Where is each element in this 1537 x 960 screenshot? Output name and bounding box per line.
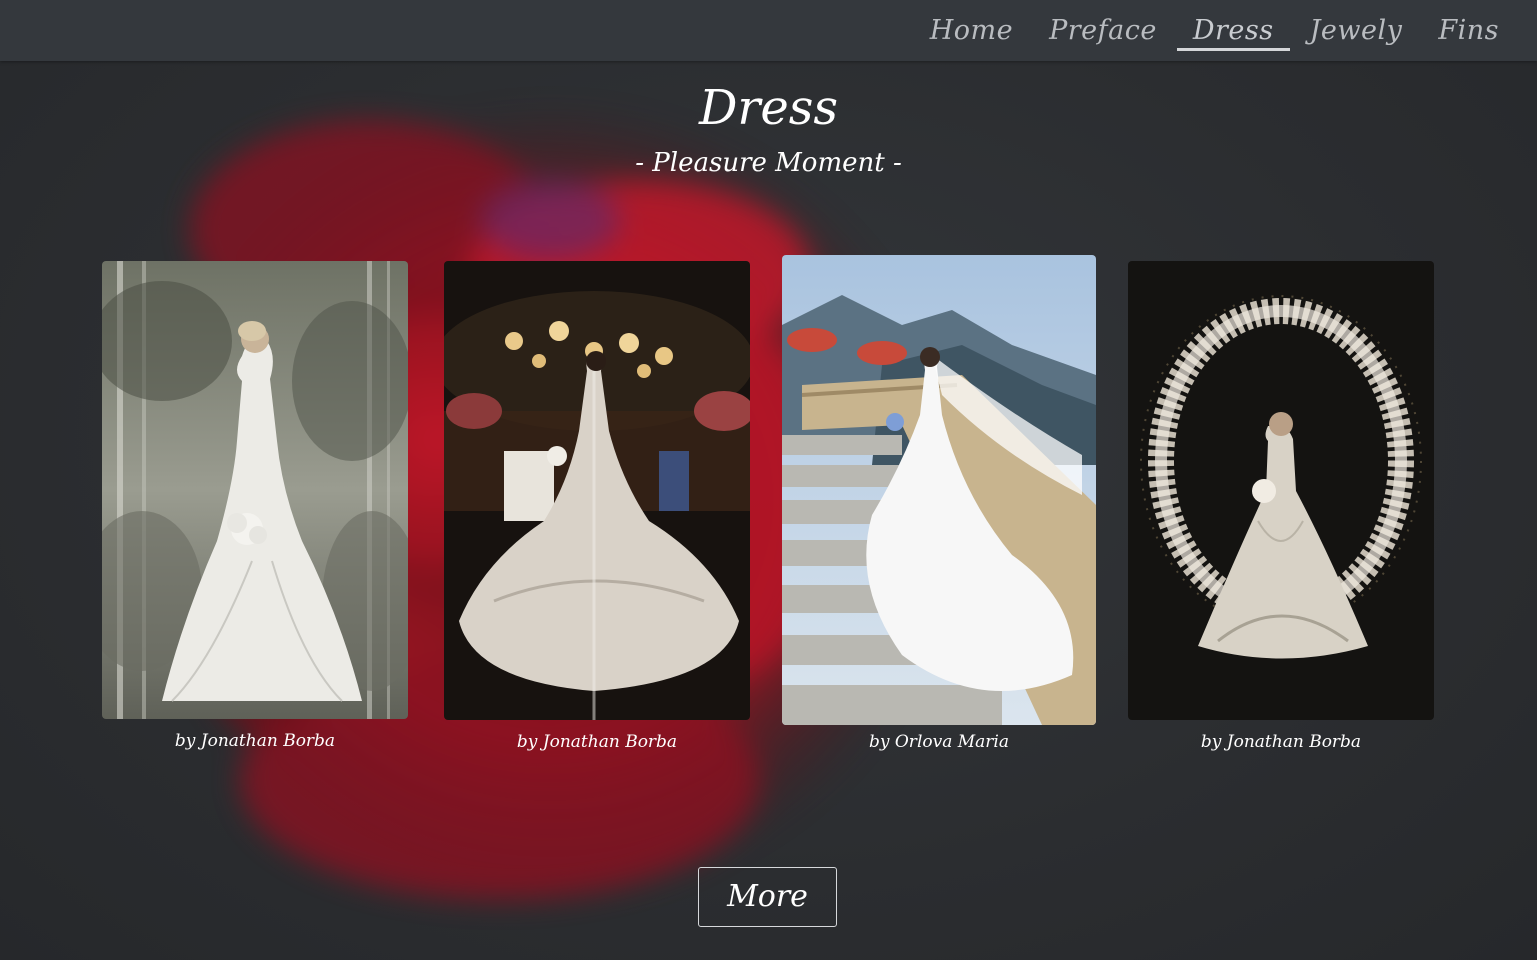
bride-forest-image: [102, 261, 408, 719]
nav-item-jewely[interactable]: Jewely: [1292, 0, 1421, 61]
gallery-card[interactable]: by Jonathan Borba: [1128, 261, 1434, 761]
gallery-photo[interactable]: [1128, 261, 1434, 720]
photo-caption: by Jonathan Borba: [1200, 732, 1362, 752]
photo-caption: by Jonathan Borba: [174, 731, 336, 751]
photo-caption: by Jonathan Borba: [516, 732, 678, 752]
nav-item-fins[interactable]: Fins: [1420, 0, 1517, 61]
nav-item-dress[interactable]: Dress: [1175, 0, 1292, 61]
gallery-card[interactable]: by Jonathan Borba: [444, 261, 750, 761]
gallery-photo[interactable]: [444, 261, 750, 720]
more-button[interactable]: More: [698, 867, 837, 927]
nav-menu: Home Preface Dress Jewely Fins: [912, 0, 1517, 61]
top-navbar: Home Preface Dress Jewely Fins: [0, 0, 1537, 61]
gallery-card[interactable]: by Jonathan Borba: [102, 261, 408, 761]
gallery-card[interactable]: by Orlova Maria: [782, 255, 1096, 761]
photo-caption: by Orlova Maria: [868, 732, 1009, 752]
bride-train-image: [444, 261, 750, 720]
page: Home Preface Dress Jewely Fins Dress - P…: [0, 0, 1537, 960]
section-subtitle: - Pleasure Moment -: [635, 148, 902, 178]
gallery-photo[interactable]: [102, 261, 408, 719]
bride-arch-image: [1128, 261, 1434, 720]
nav-item-home[interactable]: Home: [912, 0, 1031, 61]
bride-stairs-image: [782, 255, 1096, 725]
nav-item-preface[interactable]: Preface: [1031, 0, 1175, 61]
gallery-photo[interactable]: [782, 255, 1096, 725]
section-title: Dress: [698, 80, 839, 136]
